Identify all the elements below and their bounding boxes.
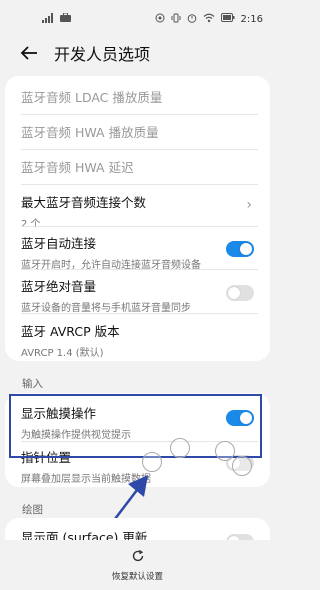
setting-hwa-delay[interactable]: 蓝牙音频 HWA 延迟 bbox=[21, 157, 258, 176]
setting-auto-connect[interactable]: 蓝牙自动连接 蓝牙开启时，允许自动连接蓝牙音频设备 bbox=[21, 233, 258, 271]
setting-sub: 蓝牙设备的音量将与手机蓝牙音量同步 bbox=[21, 303, 191, 314]
page-title: 开发人员选项 bbox=[54, 45, 151, 64]
setting-label: 蓝牙音频 HWA 延迟 bbox=[21, 160, 134, 175]
divider bbox=[21, 313, 258, 314]
setting-avrcp[interactable]: 蓝牙 AVRCP 版本 AVRCP 1.4 (默认) bbox=[21, 321, 258, 359]
status-bar: 2:16 bbox=[0, 0, 275, 38]
toggle-knob bbox=[228, 287, 240, 299]
reset-label: 恢复默认设置 bbox=[111, 572, 163, 582]
absolute-volume-toggle[interactable] bbox=[226, 285, 254, 301]
alarm-icon bbox=[187, 13, 197, 26]
setting-label: 蓝牙自动连接 bbox=[21, 236, 97, 251]
setting-label: 最大蓝牙音频连接个数 bbox=[21, 195, 147, 210]
signal-icon bbox=[42, 12, 56, 26]
touch-indicator-circle bbox=[215, 441, 235, 461]
touch-indicator-circle bbox=[170, 438, 190, 458]
setting-ldac[interactable]: 蓝牙音频 LDAC 播放质量 bbox=[21, 87, 258, 106]
auto-connect-toggle[interactable] bbox=[226, 241, 254, 257]
clock-time: 2:16 bbox=[240, 13, 263, 25]
setting-label: 蓝牙音频 LDAC 播放质量 bbox=[21, 90, 163, 105]
touch-indicator-circle bbox=[232, 456, 252, 476]
touch-indicator-circle bbox=[142, 452, 162, 472]
chevron-right-icon: › bbox=[246, 197, 252, 213]
setting-absolute-volume[interactable]: 蓝牙绝对音量 蓝牙设备的音量将与手机蓝牙音量同步 bbox=[21, 276, 258, 314]
section-header-input: 输入 bbox=[22, 378, 43, 390]
refresh-icon bbox=[131, 548, 145, 567]
divider bbox=[21, 149, 258, 150]
nfc-icon bbox=[155, 13, 165, 26]
back-arrow-icon[interactable] bbox=[18, 42, 40, 64]
section-header-drawing: 绘图 bbox=[22, 504, 43, 516]
setting-label: 蓝牙 AVRCP 版本 bbox=[21, 324, 120, 339]
divider bbox=[21, 114, 258, 115]
divider bbox=[21, 226, 258, 227]
divider bbox=[21, 184, 258, 185]
title-bar: 开发人员选项 bbox=[0, 36, 275, 70]
toggle-knob bbox=[240, 243, 252, 255]
vibrate-icon bbox=[171, 13, 181, 26]
setting-label: 蓝牙音频 HWA 播放质量 bbox=[21, 125, 159, 140]
divider bbox=[21, 269, 258, 270]
setting-max-connections[interactable]: 最大蓝牙音频连接个数 2 个 bbox=[21, 192, 258, 230]
status-left bbox=[42, 12, 71, 26]
reset-defaults-button[interactable]: 恢复默认设置 bbox=[0, 540, 275, 590]
setting-value: AVRCP 1.4 (默认) bbox=[21, 348, 104, 359]
setting-value: 2 个 bbox=[21, 219, 41, 230]
bluetooth-card: 蓝牙音频 LDAC 播放质量 蓝牙音频 HWA 播放质量 蓝牙音频 HWA 延迟… bbox=[5, 76, 270, 361]
status-right: 2:16 bbox=[155, 13, 263, 26]
setting-hwa-quality[interactable]: 蓝牙音频 HWA 播放质量 bbox=[21, 122, 258, 141]
battery-icon bbox=[220, 13, 235, 25]
wifi-icon bbox=[203, 13, 215, 26]
setting-label: 蓝牙绝对音量 bbox=[21, 279, 97, 294]
briefcase-icon bbox=[60, 12, 71, 25]
